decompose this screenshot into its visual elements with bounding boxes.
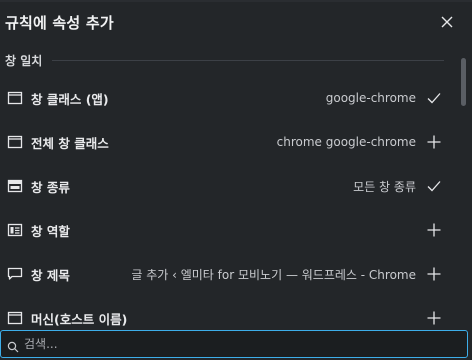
check-icon[interactable]	[426, 90, 442, 106]
check-icon[interactable]	[426, 178, 442, 194]
row-window-class[interactable]: 창 클래스 (앱) google-chrome	[0, 76, 456, 120]
row-label: 창 종류	[31, 179, 70, 195]
row-label: 창 클래스 (앱)	[31, 91, 109, 107]
window-icon	[7, 90, 23, 106]
property-list: 창 일치 창 클래스 (앱) google-chrome 전체 창 클래스 ch…	[0, 44, 456, 328]
section-divider	[52, 59, 444, 61]
row-label: 전체 창 클래스	[31, 135, 109, 151]
window-role-icon	[7, 222, 23, 238]
search-input[interactable]	[24, 337, 467, 351]
row-window-type[interactable]: 창 종류 모든 창 종류	[0, 164, 456, 208]
search-box[interactable]	[0, 330, 468, 358]
plus-icon[interactable]	[426, 266, 442, 282]
row-whole-window-class[interactable]: 전체 창 클래스 chrome google-chrome	[0, 120, 456, 164]
dialog-header: 규칙에 속성 추가	[0, 0, 472, 44]
row-window-title[interactable]: 창 제목 글 추가 ‹ 엘미타 for 모비노기 — 워드프레스 - Chrom…	[0, 252, 456, 296]
row-label: 창 제목	[31, 267, 70, 283]
section-title: 창 일치	[5, 53, 43, 68]
add-property-dialog: 규칙에 속성 추가 창 일치 창 클래스 (앱) google-chrome 전…	[0, 0, 472, 360]
row-value: 글 추가 ‹ 엘미타 for 모비노기 — 워드프레스 - Chrome	[131, 267, 416, 282]
row-value: 모든 창 종류	[353, 179, 416, 194]
window-icon	[7, 310, 23, 326]
window-type-icon	[7, 178, 23, 194]
search-icon	[7, 338, 19, 353]
row-value: chrome google-chrome	[276, 135, 416, 149]
speech-bubble-icon	[7, 266, 23, 282]
row-window-role[interactable]: 창 역할	[0, 208, 456, 252]
plus-icon[interactable]	[426, 310, 442, 326]
section-header: 창 일치	[0, 44, 456, 76]
dialog-title: 규칙에 속성 추가	[5, 13, 114, 32]
row-label: 머신(호스트 이름)	[31, 311, 128, 327]
row-value: google-chrome	[325, 91, 416, 105]
close-icon[interactable]	[440, 15, 454, 29]
plus-icon[interactable]	[426, 222, 442, 238]
row-label: 창 역할	[31, 223, 70, 239]
row-machine-hostname[interactable]: 머신(호스트 이름)	[0, 296, 456, 328]
plus-icon[interactable]	[426, 134, 442, 150]
scrollbar-thumb[interactable]	[461, 58, 466, 106]
window-icon	[7, 134, 23, 150]
